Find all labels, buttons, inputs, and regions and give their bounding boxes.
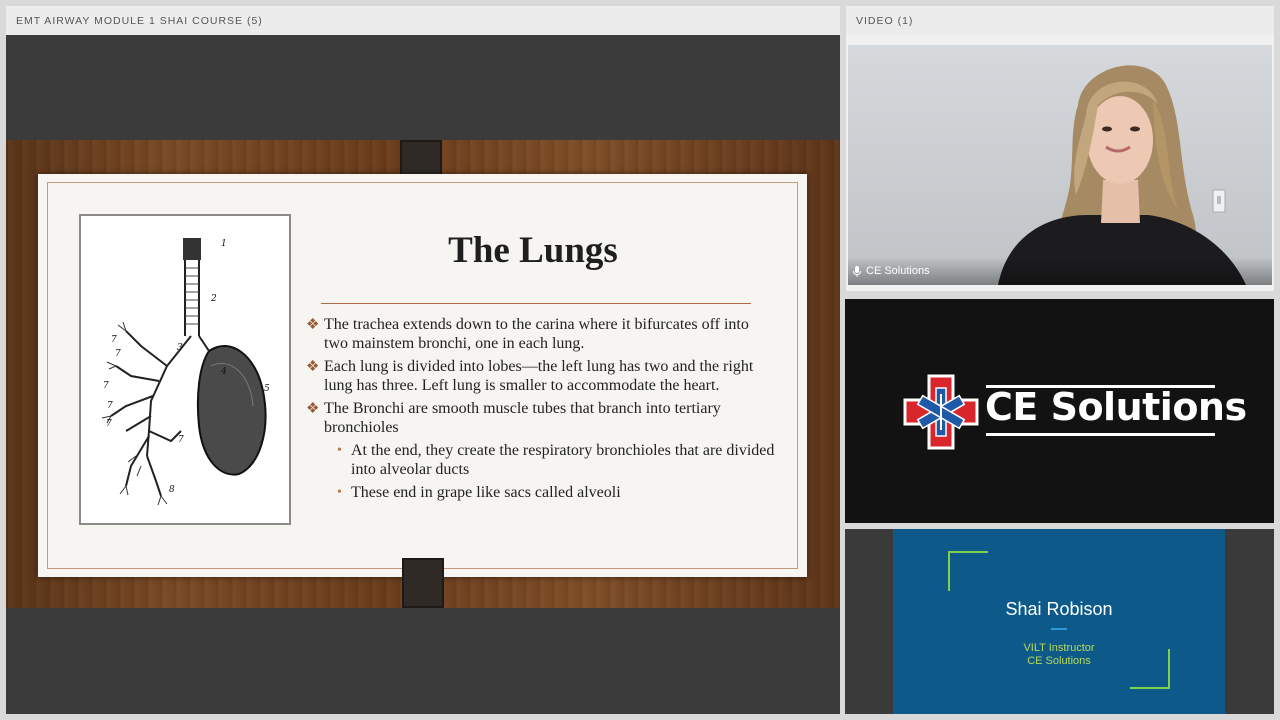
star-of-life-icon	[903, 374, 979, 450]
svg-text:8: 8	[169, 485, 175, 495]
name-underline	[1051, 628, 1067, 630]
svg-text:3: 3	[177, 343, 183, 353]
bullet-text: The Bronchi are smooth muscle tubes that…	[324, 400, 721, 436]
bullet-item: ❖ The trachea extends down to the carina…	[306, 316, 776, 353]
diamond-bullet-icon: ❖	[306, 401, 320, 417]
slide-title: The Lungs	[448, 230, 618, 271]
lung-diagram: 1 2 3 4 5 7 7 7 7 7 7 8	[79, 214, 291, 525]
svg-text:2: 2	[210, 294, 217, 304]
participant-name-tag: CE Solutions	[848, 257, 1272, 285]
svg-text:1: 1	[221, 239, 227, 249]
video-panel-title: VIDEO (1)	[856, 14, 914, 27]
diamond-bullet-icon: ❖	[306, 317, 320, 333]
dot-bullet-icon: •	[337, 485, 342, 500]
slide-bullets: ❖ The trachea extends down to the carina…	[306, 316, 776, 508]
lung-illustration: 1 2 3 4 5 7 7 7 7 7 7 8	[101, 238, 270, 506]
video-stage: CE Solutions	[846, 35, 1274, 291]
sub-bullet-text: At the end, they create the respiratory …	[351, 442, 775, 478]
bullet-item: ❖ The Bronchi are smooth muscle tubes th…	[306, 400, 776, 437]
svg-text:7: 7	[107, 401, 113, 411]
slide: 1 2 3 4 5 7 7 7 7 7 7 8 The Lungs ❖ The trach…	[38, 174, 807, 577]
svg-text:5: 5	[264, 384, 270, 394]
svg-text:4: 4	[220, 367, 227, 377]
presenter-org: CE Solutions	[1027, 655, 1091, 667]
svg-text:7: 7	[111, 335, 117, 345]
bottom-clip	[402, 558, 444, 608]
bullet-item: ❖ Each lung is divided into lobes—the le…	[306, 358, 776, 395]
diamond-bullet-icon: ❖	[306, 359, 320, 375]
presenter-tile: Shai Robison VILT Instructor CE Solution…	[845, 529, 1274, 714]
presentation-panel-title: EMT AIRWAY MODULE 1 SHAI COURSE (5)	[16, 14, 263, 27]
presenter-role: VILT Instructor	[1023, 642, 1095, 654]
participant-figure	[998, 65, 1246, 285]
bullet-text: Each lung is divided into lobes—the left…	[324, 358, 754, 394]
participant-video[interactable]: CE Solutions	[848, 45, 1272, 285]
dot-bullet-icon: •	[337, 443, 342, 458]
video-panel-header: VIDEO (1)	[846, 6, 1274, 35]
presentation-panel-header: EMT AIRWAY MODULE 1 SHAI COURSE (5)	[6, 6, 840, 35]
corner-accent	[948, 551, 988, 591]
microphone-icon	[853, 265, 861, 277]
logo-tile: CE Solutions	[845, 299, 1274, 523]
bullet-text: The trachea extends down to the carina w…	[324, 316, 749, 352]
presentation-stage: 1 2 3 4 5 7 7 7 7 7 7 8 The Lungs ❖ The trach…	[6, 35, 840, 714]
sub-bullet-item: • At the end, they create the respirator…	[306, 442, 776, 479]
sub-bullet-text: These end in grape like sacs called alve…	[351, 484, 621, 501]
sub-bullet-item: • These end in grape like sacs called al…	[306, 484, 776, 503]
slide-background: 1 2 3 4 5 7 7 7 7 7 7 8 The Lungs ❖ The trach…	[6, 140, 840, 608]
presenter-card: Shai Robison VILT Instructor CE Solution…	[893, 529, 1225, 714]
svg-text:7: 7	[103, 381, 109, 391]
participant-name: CE Solutions	[866, 265, 930, 277]
svg-text:7: 7	[106, 419, 112, 429]
svg-text:7: 7	[178, 435, 184, 445]
svg-text:7: 7	[115, 349, 121, 359]
brand-logo-text: CE Solutions	[985, 385, 1247, 429]
presenter-name: Shai Robison	[1005, 599, 1113, 619]
title-divider	[321, 303, 751, 304]
logo-bottom-rule	[986, 433, 1215, 436]
